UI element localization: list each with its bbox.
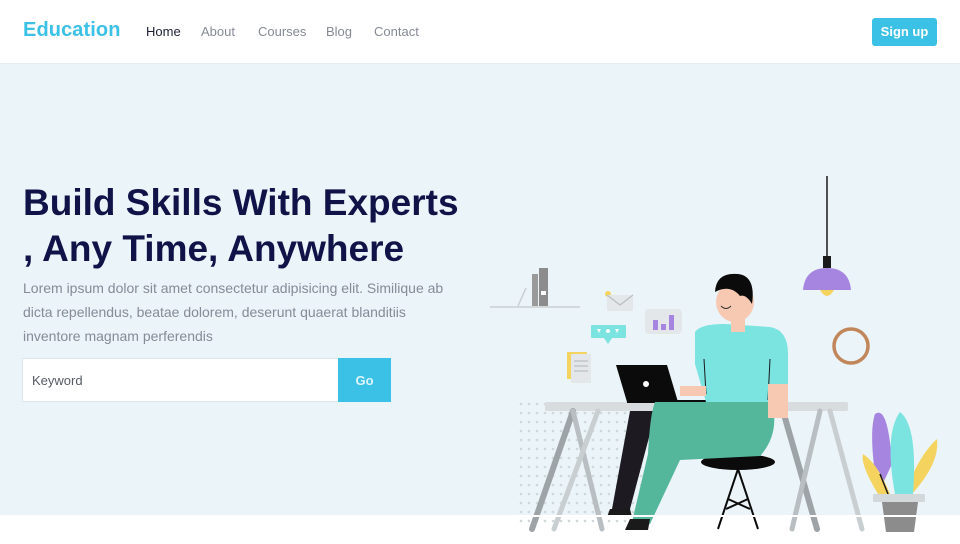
potted-plant-icon [862, 412, 938, 532]
bar-chart-icon [645, 309, 682, 334]
nav-contact-link[interactable]: Contact [374, 24, 419, 39]
nav-about-link[interactable]: About [201, 24, 235, 39]
bookshelf-icon [490, 268, 580, 308]
hero-illustration [490, 176, 938, 532]
chat-bubble-icon [591, 325, 626, 344]
keyword-input[interactable] [23, 359, 338, 401]
brand-logo[interactable]: Education [23, 19, 121, 42]
hero-headline: Build Skills With Experts , Any Time, An… [23, 180, 483, 272]
navbar: Education Home About Courses Blog Contac… [0, 0, 960, 64]
nav-courses-link[interactable]: Courses [258, 24, 306, 39]
nav-home-link[interactable]: Home [146, 24, 181, 39]
hero-section: Build Skills With Experts , Any Time, An… [0, 64, 960, 532]
go-button[interactable]: Go [338, 358, 391, 402]
signup-button[interactable]: Sign up [872, 18, 937, 46]
pendant-lamp-icon [803, 176, 851, 296]
hero-description: Lorem ipsum dolor sit amet consectetur a… [23, 280, 444, 344]
nav-blog-link[interactable]: Blog [326, 24, 352, 39]
headline-line-2: , Any Time, Anywhere [23, 228, 405, 269]
search-form: Go [22, 358, 391, 402]
wall-ring-decoration [832, 327, 870, 365]
document-icon [567, 352, 591, 383]
headline-line-1: Build Skills With Experts [23, 182, 459, 223]
mail-icon [605, 291, 634, 311]
